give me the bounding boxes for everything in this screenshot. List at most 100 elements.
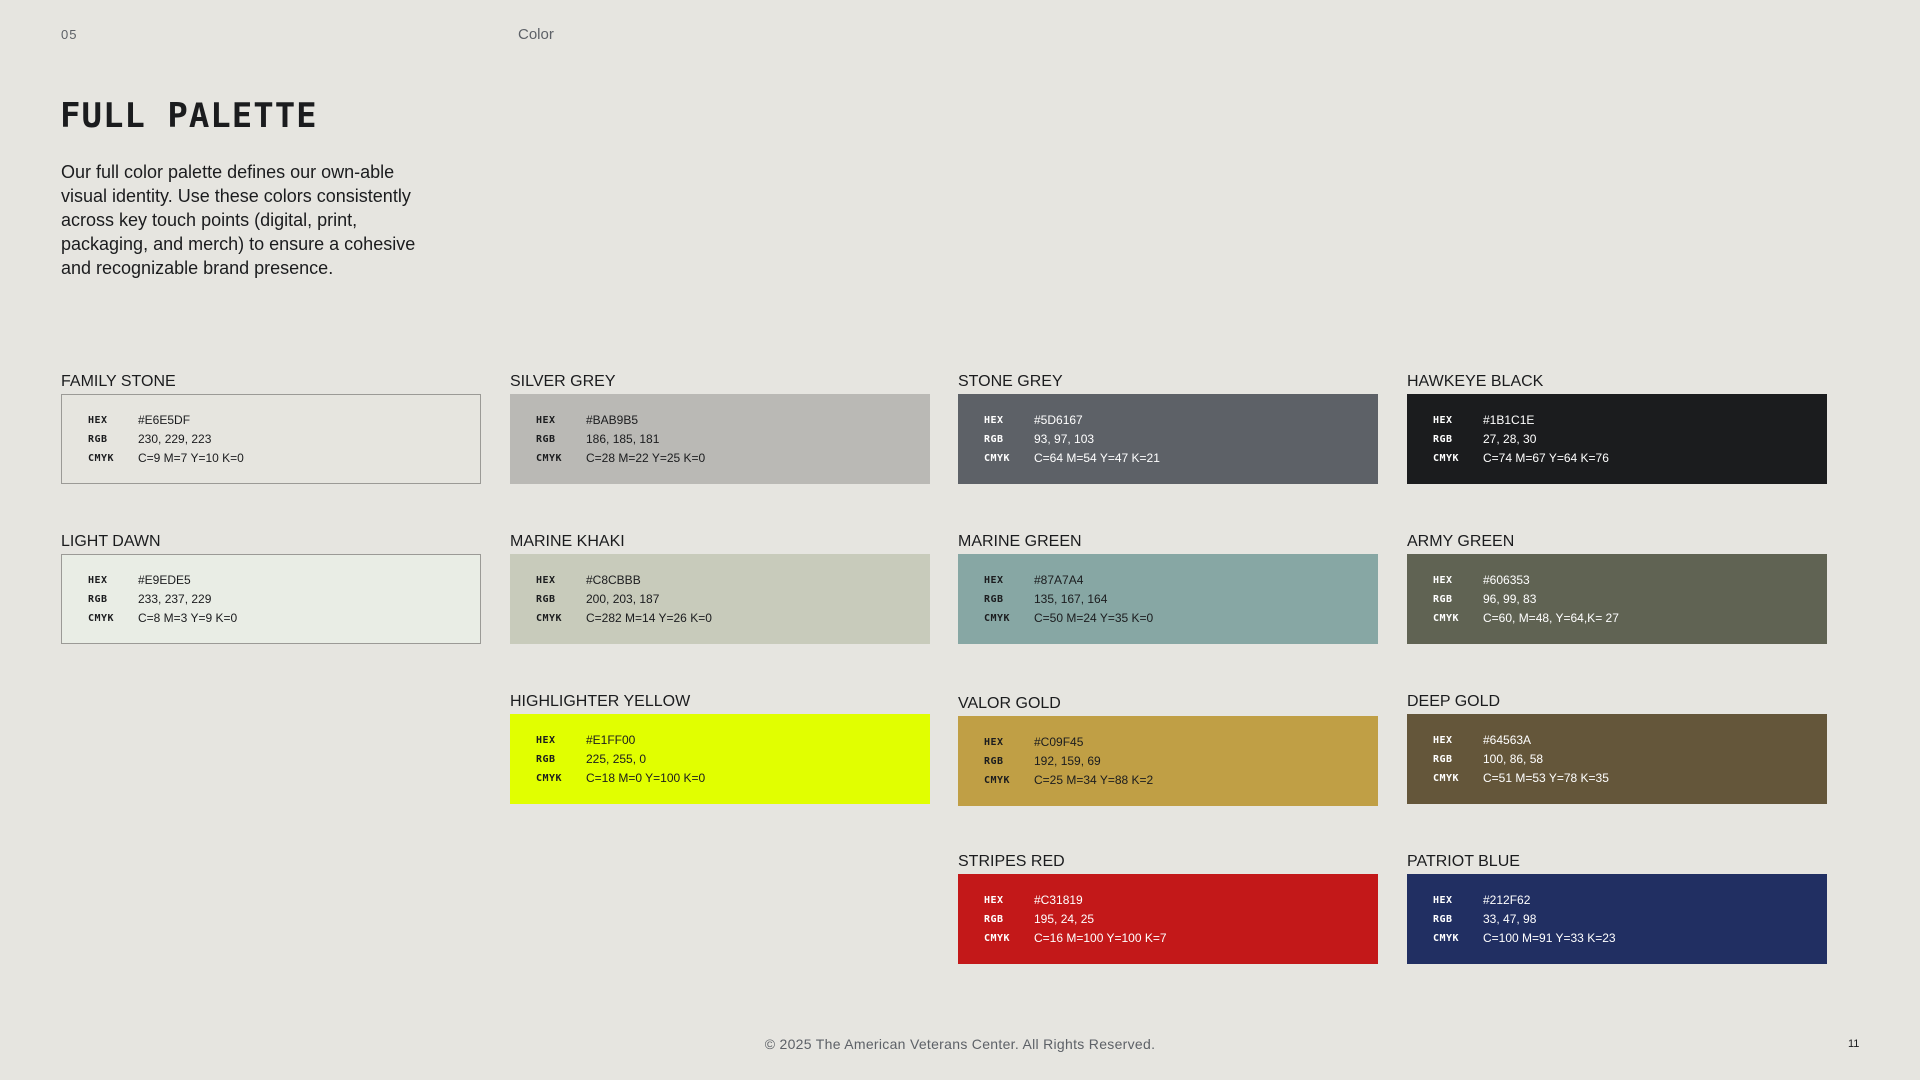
swatch-name: MARINE GREEN xyxy=(958,533,1082,550)
cmyk-label: CMYK xyxy=(1433,612,1460,624)
cmyk-value: C=50 M=24 Y=35 K=0 xyxy=(1034,610,1154,625)
hex-label: HEX xyxy=(984,414,1004,426)
swatch-hawkeye-black: HAWKEYE BLACK HEX #1B1C1E RGB 27, 28, 30 CMYK… xyxy=(1407,372,1827,484)
swatch-name: HAWKEYE BLACK xyxy=(1407,373,1544,390)
hex-label: HEX xyxy=(88,414,108,426)
hex-value: #E9EDE5 xyxy=(138,572,191,587)
swatch-name: HIGHLIGHTER YELLOW xyxy=(510,693,691,710)
rgb-label: RGB xyxy=(1433,433,1453,445)
swatch-name: PATRIOT BLUE xyxy=(1407,853,1520,870)
rgb-value: 33, 47, 98 xyxy=(1483,911,1537,926)
swatch-name: DEEP GOLD xyxy=(1407,693,1501,710)
swatch-name: LIGHT DAWN xyxy=(61,533,161,550)
cmyk-value: C=16 M=100 Y=100 K=7 xyxy=(1034,930,1167,945)
swatch-chip: HEX #5D6167 RGB 93, 97, 103 CMYK C=64 M=54 Y=… xyxy=(958,394,1378,484)
cmyk-label: CMYK xyxy=(984,932,1011,944)
rgb-value: 192, 159, 69 xyxy=(1034,753,1101,768)
cmyk-label: CMYK xyxy=(1433,932,1460,944)
cmyk-value: C=28 M=22 Y=25 K=0 xyxy=(586,450,706,465)
swatch-chip: HEX #1B1C1E RGB 27, 28, 30 CMYK C=74 M=67 Y=6… xyxy=(1407,394,1827,484)
rgb-value: 27, 28, 30 xyxy=(1483,431,1537,446)
swatch-chip: HEX #BAB9B5 RGB 186, 185, 181 CMYK C=28 M=22 … xyxy=(510,394,930,484)
rgb-label: RGB xyxy=(88,433,108,445)
swatch-marine-khaki: MARINE KHAKI HEX #C8CBBB RGB 200, 203, 187 CM… xyxy=(510,532,930,644)
cmyk-value: C=64 M=54 Y=47 K=21 xyxy=(1034,450,1160,465)
cmyk-value: C=60, M=48, Y=64,K= 27 xyxy=(1483,610,1619,625)
swatch-chip: HEX #606353 RGB 96, 99, 83 CMYK C=60, M=48, Y… xyxy=(1407,554,1827,644)
cmyk-label: CMYK xyxy=(536,452,563,464)
cmyk-value: C=282 M=14 Y=26 K=0 xyxy=(586,610,712,625)
swatch-family-stone: FAMILY STONE HEX #E6E5DF RGB 230, 229, 223 CM… xyxy=(61,372,481,484)
cmyk-value: C=25 M=34 Y=88 K=2 xyxy=(1034,772,1154,787)
cmyk-value: C=8 M=3 Y=9 K=0 xyxy=(138,610,238,625)
swatch-chip: HEX #C09F45 RGB 192, 159, 69 CMYK C=25 M=34 Y… xyxy=(958,716,1378,806)
rgb-label: RGB xyxy=(984,433,1004,445)
cmyk-label: CMYK xyxy=(984,774,1011,786)
hex-label: HEX xyxy=(1433,414,1453,426)
rgb-value: 93, 97, 103 xyxy=(1034,431,1095,446)
cmyk-label: CMYK xyxy=(984,612,1011,624)
swatch-highlighter-yellow: HIGHLIGHTER YELLOW HEX #E1FF00 RGB 225, 255,… xyxy=(510,692,930,804)
cmyk-value: C=9 M=7 Y=10 K=0 xyxy=(138,450,244,465)
cmyk-label: CMYK xyxy=(1433,772,1460,784)
hex-label: HEX xyxy=(1433,894,1453,906)
hex-label: HEX xyxy=(536,414,556,426)
hex-label: HEX xyxy=(984,894,1004,906)
hex-value: #E1FF00 xyxy=(586,732,636,747)
hex-value: #5D6167 xyxy=(1034,412,1083,427)
hex-value: #64563A xyxy=(1483,732,1532,747)
rgb-label: RGB xyxy=(536,433,556,445)
swatch-marine-green: MARINE GREEN HEX #87A7A4 RGB 135, 167, 164 CM… xyxy=(958,532,1378,644)
swatch-name: ARMY GREEN xyxy=(1407,533,1515,550)
rgb-value: 195, 24, 25 xyxy=(1034,911,1095,926)
rgb-label: RGB xyxy=(1433,593,1453,605)
hex-value: #C09F45 xyxy=(1034,734,1084,749)
hex-label: HEX xyxy=(536,574,556,586)
swatch-deep-gold: DEEP GOLD HEX #64563A RGB 100, 86, 58 CMYK C=5… xyxy=(1407,692,1827,804)
swatch-stone-grey: STONE GREY HEX #5D6167 RGB 93, 97, 103 CMYK C=… xyxy=(958,372,1378,484)
rgb-value: 200, 203, 187 xyxy=(586,591,660,606)
page-title: FULL PALETTE xyxy=(60,96,318,136)
swatch-patriot-blue: PATRIOT BLUE HEX #212F62 RGB 33, 47, 98 CMYK C… xyxy=(1407,852,1827,964)
cmyk-value: C=18 M=0 Y=100 K=0 xyxy=(586,770,706,785)
hex-label: HEX xyxy=(88,574,108,586)
page-number-top: 05 xyxy=(61,27,78,42)
swatch-chip: HEX #E1FF00 RGB 225, 255, 0 CMYK C=18 M=0 Y=1… xyxy=(510,714,930,804)
rgb-value: 233, 237, 229 xyxy=(138,591,212,606)
rgb-value: 96, 99, 83 xyxy=(1483,591,1537,606)
rgb-label: RGB xyxy=(984,913,1004,925)
hex-label: HEX xyxy=(536,734,556,746)
rgb-label: RGB xyxy=(88,593,108,605)
swatch-silver-grey: SILVER GREY HEX #BAB9B5 RGB 186, 185, 181 CMY… xyxy=(510,372,930,484)
cmyk-label: CMYK xyxy=(1433,452,1460,464)
rgb-label: RGB xyxy=(1433,753,1453,765)
swatch-name: SILVER GREY xyxy=(510,373,616,390)
rgb-label: RGB xyxy=(984,593,1004,605)
cmyk-label: CMYK xyxy=(984,452,1011,464)
hex-value: #1B1C1E xyxy=(1483,412,1535,427)
hex-value: #87A7A4 xyxy=(1034,572,1084,587)
swatch-chip: HEX #64563A RGB 100, 86, 58 CMYK C=51 M=53 Y=… xyxy=(1407,714,1827,804)
hex-label: HEX xyxy=(984,736,1004,748)
hex-value: #BAB9B5 xyxy=(586,412,639,427)
swatch-chip: HEX #87A7A4 RGB 135, 167, 164 CMYK C=50 M=24 … xyxy=(958,554,1378,644)
swatch-chip: HEX #C31819 RGB 195, 24, 25 CMYK C=16 M=100 Y… xyxy=(958,874,1378,964)
swatch-name: VALOR GOLD xyxy=(958,695,1061,712)
hex-label: HEX xyxy=(1433,734,1453,746)
swatch-stripes-red: STRIPES RED HEX #C31819 RGB 195, 24, 25 CMYK C… xyxy=(958,852,1378,964)
cmyk-label: CMYK xyxy=(88,612,115,624)
rgb-label: RGB xyxy=(984,755,1004,767)
hex-label: HEX xyxy=(984,574,1004,586)
cmyk-label: CMYK xyxy=(536,612,563,624)
rgb-value: 186, 185, 181 xyxy=(586,431,660,446)
hex-value: #C8CBBB xyxy=(586,572,641,587)
swatch-name: STONE GREY xyxy=(958,373,1063,390)
swatch-chip: HEX #C8CBBB RGB 200, 203, 187 CMYK C=282 M=14… xyxy=(510,554,930,644)
swatch-valor-gold: VALOR GOLD HEX #C09F45 RGB 192, 159, 69 CMYK C… xyxy=(958,694,1378,806)
cmyk-value: C=100 M=91 Y=33 K=23 xyxy=(1483,930,1616,945)
swatch-light-dawn: LIGHT DAWN HEX #E9EDE5 RGB 233, 237, 229 CMYK… xyxy=(61,532,481,644)
swatch-chip: HEX #212F62 RGB 33, 47, 98 CMYK C=100 M=91 Y=… xyxy=(1407,874,1827,964)
swatch-name: MARINE KHAKI xyxy=(510,533,625,550)
section-label: Color xyxy=(518,26,554,43)
page-number-bottom: 11 xyxy=(1848,1038,1860,1050)
